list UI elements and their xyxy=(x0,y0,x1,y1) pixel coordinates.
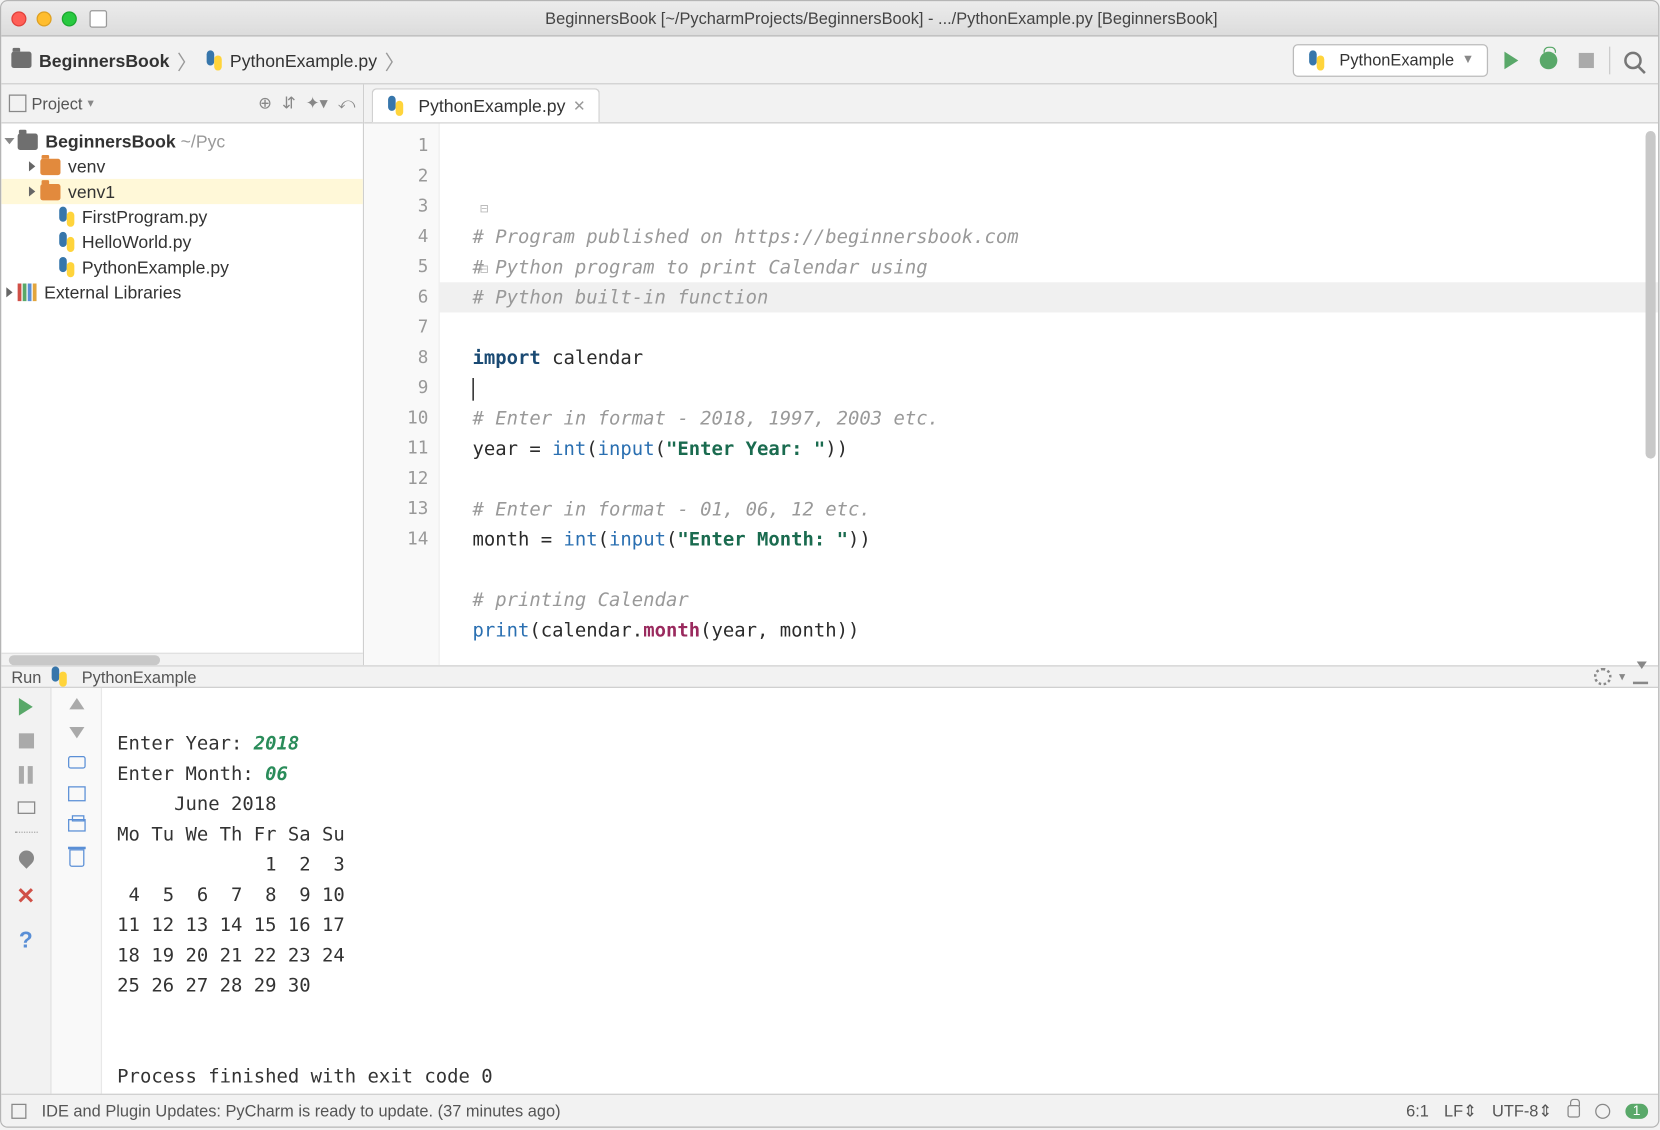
settings-icon[interactable]: ⇵ xyxy=(282,93,296,113)
sidebar-scrollbar[interactable] xyxy=(1,653,363,666)
close-tab-icon[interactable]: ✕ xyxy=(573,97,586,115)
run-body: ✕ ? Enter Year: 2018 Enter Month: 06 Jun… xyxy=(1,688,1658,1128)
sidebar-toolbar: Project▾ ⊕ ⇵ ✦▾ ⤺ xyxy=(1,84,363,123)
folder-icon xyxy=(18,133,38,149)
search-everywhere-button[interactable] xyxy=(1618,45,1648,75)
python-file-icon xyxy=(57,257,77,277)
breadcrumb-project[interactable]: BeginnersBook xyxy=(39,50,169,70)
console-output[interactable]: Enter Year: 2018 Enter Month: 06 June 20… xyxy=(102,688,1658,1128)
maximize-window-icon[interactable] xyxy=(62,11,77,26)
play-icon xyxy=(1504,51,1518,69)
run-config-name[interactable]: PythonExample xyxy=(82,667,197,686)
python-file-icon xyxy=(57,232,77,252)
help-button[interactable]: ? xyxy=(19,927,33,953)
breadcrumb-file[interactable]: PythonExample.py xyxy=(230,50,377,70)
python-file-icon xyxy=(49,667,69,687)
run-tool-window: Run PythonExample ▾ ✕ ? xyxy=(1,665,1658,1093)
chevron-down-icon: ▼ xyxy=(1462,53,1474,67)
titlebar: BeginnersBook [~/PycharmProjects/Beginne… xyxy=(1,1,1658,36)
bug-icon xyxy=(1540,51,1558,69)
collapse-icon[interactable]: ⊕ xyxy=(258,93,272,113)
run-tab-label[interactable]: Run xyxy=(11,667,41,686)
tree-file-pythonexample[interactable]: PythonExample.py xyxy=(1,255,363,280)
window-controls xyxy=(11,11,77,26)
soft-wrap-button[interactable] xyxy=(67,756,85,769)
window-title: BeginnersBook [~/PycharmProjects/Beginne… xyxy=(115,9,1648,28)
chevron-right-icon: 〉 xyxy=(385,45,405,75)
expand-icon[interactable] xyxy=(29,161,35,171)
tree-file-firstprogram[interactable]: FirstProgram.py xyxy=(1,204,363,229)
tree-project-root[interactable]: BeginnersBook ~/Pyc xyxy=(1,129,363,154)
stop-icon xyxy=(1579,52,1594,67)
clear-button[interactable] xyxy=(69,849,84,867)
folder-icon xyxy=(40,158,60,174)
line-gutter[interactable]: 1234567891011121314 xyxy=(364,123,440,665)
close-window-icon[interactable] xyxy=(11,11,26,26)
stop-button[interactable] xyxy=(1571,45,1601,75)
project-tree[interactable]: BeginnersBook ~/Pyc venv venv1 FirstProg… xyxy=(1,123,363,652)
run-button[interactable] xyxy=(1496,45,1526,75)
folder-icon xyxy=(11,52,31,68)
close-button[interactable]: ✕ xyxy=(16,883,35,909)
scroll-end-button[interactable] xyxy=(67,786,85,801)
tree-file-helloworld[interactable]: HelloWorld.py xyxy=(1,229,363,254)
tree-folder-venv[interactable]: venv xyxy=(1,154,363,179)
up-button[interactable] xyxy=(69,698,84,709)
expand-icon[interactable] xyxy=(29,186,35,196)
print-button[interactable] xyxy=(67,819,85,832)
library-icon xyxy=(18,284,37,302)
editor-tab[interactable]: PythonExample.py ✕ xyxy=(372,88,600,122)
gear-icon[interactable] xyxy=(1594,668,1612,686)
text-cursor xyxy=(473,377,474,400)
code-editor[interactable]: 1234567891011121314 ⊟# Program published… xyxy=(364,123,1658,665)
run-actions-secondary xyxy=(52,688,102,1128)
lock-icon[interactable] xyxy=(1567,1104,1580,1117)
main-split: Project▾ ⊕ ⇵ ✦▾ ⤺ BeginnersBook ~/Pyc ve… xyxy=(1,84,1658,665)
minimize-window-icon[interactable] xyxy=(37,11,52,26)
run-config-selector[interactable]: PythonExample ▼ xyxy=(1293,43,1488,76)
folder-icon xyxy=(40,183,60,199)
tree-external-libs[interactable]: External Libraries xyxy=(1,280,363,305)
rerun-button[interactable] xyxy=(19,698,33,716)
editor-scrollbar[interactable] xyxy=(1646,131,1656,459)
chevron-down-icon: ▾ xyxy=(1619,670,1625,684)
python-file-icon xyxy=(205,50,225,70)
nav-bar: BeginnersBook 〉 PythonExample.py 〉 Pytho… xyxy=(1,37,1658,85)
python-file-icon xyxy=(386,96,406,116)
project-icon xyxy=(9,95,27,113)
chevron-down-icon: ▾ xyxy=(88,96,94,110)
python-file-icon xyxy=(1307,50,1327,70)
project-sidebar: Project▾ ⊕ ⇵ ✦▾ ⤺ BeginnersBook ~/Pyc ve… xyxy=(1,84,364,665)
project-tool-label[interactable]: Project▾ xyxy=(9,94,94,113)
download-icon[interactable] xyxy=(1633,669,1648,684)
code-content[interactable]: ⊟# Program published on https://beginner… xyxy=(440,123,1658,665)
chevron-right-icon: 〉 xyxy=(177,45,197,75)
search-icon xyxy=(1624,51,1642,69)
hide-icon[interactable]: ⤺ xyxy=(338,93,356,113)
run-header: Run PythonExample ▾ xyxy=(1,667,1658,688)
editor-area: PythonExample.py ✕ 1234567891011121314 ⊟… xyxy=(364,84,1658,665)
run-actions-left: ✕ ? xyxy=(1,688,51,1128)
ide-window: BeginnersBook [~/PycharmProjects/Beginne… xyxy=(0,0,1659,1128)
down-button[interactable] xyxy=(69,727,84,738)
editor-tabbar: PythonExample.py ✕ xyxy=(364,84,1658,123)
tree-folder-venv1[interactable]: venv1 xyxy=(1,179,363,204)
debug-button[interactable] xyxy=(1533,45,1563,75)
pause-button[interactable] xyxy=(19,766,33,784)
pin-button[interactable] xyxy=(15,847,36,868)
tab-label: PythonExample.py xyxy=(418,96,565,116)
run-config-label: PythonExample xyxy=(1339,50,1454,69)
inspection-icon[interactable] xyxy=(1595,1103,1610,1118)
pycharm-logo-icon xyxy=(89,9,107,27)
tool-window-icon[interactable] xyxy=(11,1103,26,1118)
python-file-icon xyxy=(57,207,77,227)
breadcrumb[interactable]: BeginnersBook 〉 PythonExample.py 〉 xyxy=(11,45,412,75)
expand-icon[interactable] xyxy=(4,138,14,144)
layout-button[interactable] xyxy=(17,801,35,814)
expand-icon[interactable] xyxy=(6,287,12,297)
stop-button[interactable] xyxy=(18,733,33,748)
gear-icon[interactable]: ✦▾ xyxy=(306,93,328,113)
